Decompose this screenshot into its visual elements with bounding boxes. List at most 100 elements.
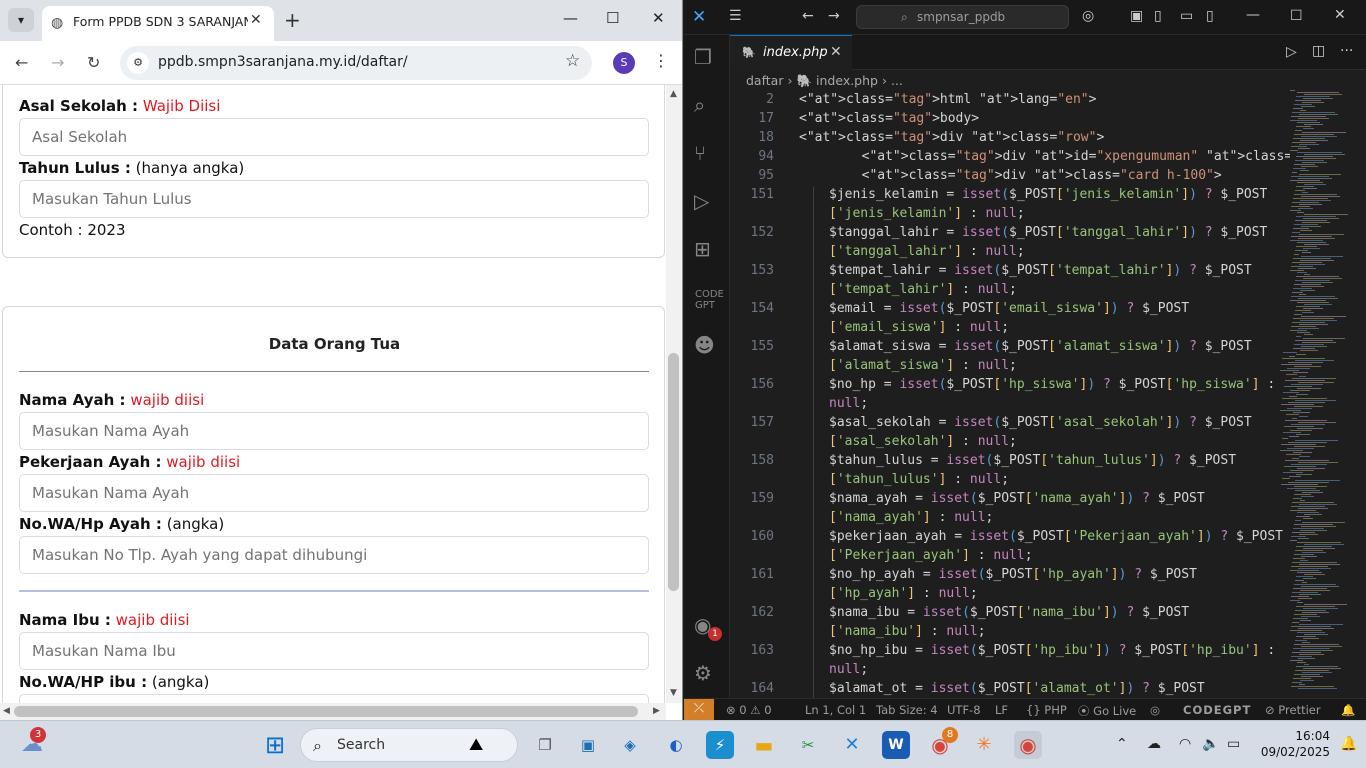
wifi-icon[interactable]: ◠ [1179,736,1191,752]
prettier-status[interactable]: ⊘ Prettier [1265,703,1321,717]
nav-forward-icon[interactable]: → [828,8,840,24]
breadcrumb-file[interactable]: index.php [816,73,878,88]
minimap-line [1282,478,1290,479]
browser-tab[interactable]: ◍ Form PPDB SDN 3 SARANJANA ✕ [42,6,274,41]
toggle-sidebar-icon[interactable]: ▯ [1154,8,1162,24]
minimize-button[interactable]: — [1246,7,1260,23]
tahun-lulus-input[interactable]: Masukan Tahun Lulus [19,180,649,218]
taskbar-search[interactable]: ⌕ Search ⛰ [300,728,518,762]
close-tab-icon[interactable]: ✕ [830,44,842,60]
star-icon[interactable]: ☆ [565,51,580,71]
run-debug-icon[interactable]: ▷ [694,189,709,213]
snipping-tool-icon[interactable]: ✂ [794,731,822,759]
asal-sekolah-input[interactable]: Asal Sekolah [19,118,649,156]
nav-back-icon[interactable]: ← [802,8,814,24]
nama-ibu-input[interactable]: Masukan Nama Ibu [19,632,649,670]
vscode-taskbar-icon[interactable]: ✕ [838,731,866,759]
go-live-status[interactable]: ⦿ Go Live [1078,703,1136,719]
site-info-icon[interactable]: ⚙ [127,52,149,74]
minimap[interactable] [1280,90,1366,698]
remote-icon[interactable]: ⤫ [684,699,714,720]
settings-gear-icon[interactable]: ⚙ [694,661,712,685]
horizontal-scrollbar[interactable]: ◀ ▶ [0,703,666,720]
new-tab-button[interactable]: + [284,8,301,32]
close-window-button[interactable]: ✕ [652,9,665,27]
start-button[interactable]: ⊞ [261,731,289,759]
close-window-button[interactable]: ✕ [1334,7,1346,23]
chrome-active-icon[interactable]: ◉ [1014,731,1042,759]
pekerjaan-ayah-input[interactable]: Masukan Nama Ayah [19,474,649,512]
volume-icon[interactable]: 🔈 [1202,736,1219,752]
minimap-line [1295,310,1311,311]
xampp-icon[interactable]: ✳ [970,731,998,759]
codegpt-icon[interactable]: CODE GPT [695,289,724,311]
search-icon[interactable]: ⌕ [694,93,705,117]
tab-size[interactable]: Tab Size: 4 [876,703,938,717]
copilot-status-icon[interactable]: ◎ [1150,703,1160,717]
language-mode[interactable]: {} PHP [1026,703,1067,717]
codegpt-status[interactable]: CODEGPT [1183,703,1251,717]
forward-button[interactable]: → [51,53,64,72]
line-ending[interactable]: LF [995,703,1008,717]
run-icon[interactable]: ▷ [1286,44,1297,60]
encoding[interactable]: UTF-8 [947,703,981,717]
word-icon[interactable]: W [882,731,910,759]
code-editor[interactable]: 2 <"at">class="tag">html "at">lang="en"> 1… [730,90,1290,698]
code-line: <"at">class="tag">div "at">class="row"> [799,130,1105,145]
breadcrumb-symbol[interactable]: ... [891,73,903,88]
chevron-up-icon[interactable]: ⌃ [1116,736,1128,752]
minimap-line [1295,520,1301,521]
split-editor-icon[interactable]: ◫ [1312,43,1325,59]
maximize-button[interactable]: ☐ [1290,8,1303,24]
close-tab-icon[interactable]: ✕ [250,12,262,28]
more-actions-icon[interactable]: ··· [1340,43,1353,59]
extensions-icon[interactable]: ⊞ [694,237,711,261]
minimap-line [1298,598,1312,599]
hscroll-thumb[interactable] [14,706,638,717]
scroll-left-icon[interactable]: ◀ [3,706,10,716]
scroll-down-icon[interactable]: ▼ [670,688,677,698]
photos-app-icon[interactable]: ▣ [574,731,602,759]
cursor-position[interactable]: Ln 1, Col 1 [805,703,866,717]
battery-icon[interactable]: ▭ [1227,736,1240,752]
breadcrumb-folder[interactable]: daftar [746,73,783,88]
bell-icon[interactable]: 🔔 [1341,703,1355,717]
problems-status[interactable]: ⊗ 0 ⚠ 0 [726,703,772,717]
app-bolt-icon[interactable]: ⚡ [706,731,734,759]
scroll-up-icon[interactable]: ▲ [670,89,677,99]
scroll-thumb[interactable] [668,353,679,591]
minimap-line [1296,636,1316,637]
cloud-icon[interactable]: ☁ [1147,736,1161,752]
reload-button[interactable]: ↻ [87,53,100,72]
toggle-panel-icon[interactable]: ▭ [1180,8,1193,24]
alien-icon[interactable]: ☻ [694,333,715,357]
kebab-menu-icon[interactable]: ⋮ [653,51,669,70]
3d-app-icon[interactable]: ◈ [616,731,644,759]
tab-search-button[interactable]: ▾ [8,8,34,32]
maximize-button[interactable]: ☐ [606,9,619,27]
minimize-button[interactable]: — [563,9,578,27]
scroll-right-icon[interactable]: ▶ [653,706,660,716]
layout-icon[interactable]: ▣ [1130,8,1143,24]
explorer-icon[interactable]: ❐ [694,45,712,69]
nama-ayah-input[interactable]: Masukan Nama Ayah [19,412,649,450]
profile-avatar[interactable]: S [613,52,635,74]
toggle-secondary-icon[interactable]: ▯ [1206,8,1214,24]
back-button[interactable]: ← [15,53,28,72]
menu-icon[interactable]: ☰ [729,8,742,24]
edge-icon[interactable]: ◐ [662,731,690,759]
source-control-icon[interactable]: ⑂ [694,141,706,165]
minimap-line [1298,298,1338,299]
minimap-line [1300,560,1308,561]
clock[interactable]: 16:04 09/02/2025 [1252,728,1330,760]
address-bar[interactable]: ⚙ ppdb.smpn3saranjana.my.id/daftar/ ☆ [120,46,592,80]
hp-ibu-input[interactable] [19,694,649,703]
vertical-scrollbar[interactable]: ▲ ▼ [666,85,682,703]
notification-icon[interactable]: 🔔 [1340,736,1357,752]
command-search[interactable]: ⌕ smpnsar_ppdb [856,5,1069,29]
editor-tab-index[interactable]: 🐘 index.php ✕ [730,35,852,70]
file-explorer-icon[interactable]: ▬ [750,731,778,759]
hp-ayah-input[interactable]: Masukan No Tlp. Ayah yang dapat dihubung… [19,536,649,574]
task-view-icon[interactable]: ❐ [531,731,559,759]
copilot-icon[interactable]: ◎ [1082,8,1094,24]
